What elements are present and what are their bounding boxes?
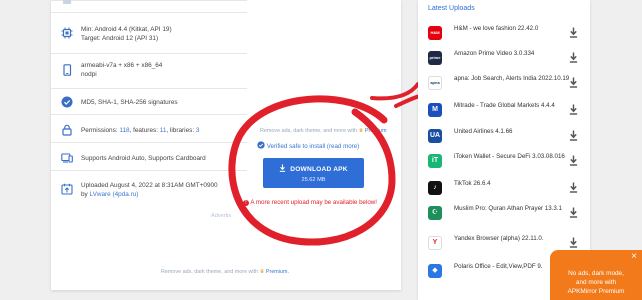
verified-badge-icon	[61, 96, 73, 108]
alert-icon: !	[243, 200, 249, 206]
android-auto-text: Supports Android Auto, Supports Cardboar…	[81, 155, 206, 162]
app-icon[interactable]: H&M	[428, 26, 442, 40]
download-apk-label: DOWNLOAD APK	[263, 164, 364, 173]
permissions-text: Permissions: 118, features: 11, librarie…	[81, 126, 199, 135]
download-icon[interactable]	[569, 207, 578, 218]
upload-list-item[interactable]: ☪ Muslim Pro: Quran Athan Prayer 13.3.1	[418, 202, 590, 225]
app-icon[interactable]: Y	[428, 236, 442, 250]
app-name-link[interactable]: H&M - we love fashion 22.42.0	[454, 25, 570, 34]
separator	[51, 12, 247, 13]
separator	[51, 170, 247, 171]
separator	[51, 88, 247, 89]
calendar-upload-icon	[61, 183, 73, 195]
target-android-text: Target: Android 12 (API 31)	[81, 35, 159, 42]
permissions-count-link[interactable]: 118	[119, 127, 129, 134]
separator	[51, 142, 247, 143]
verified-safe-link[interactable]: Verified safe to install (read more)	[267, 143, 360, 150]
premium-top-link[interactable]: Premium	[365, 128, 387, 134]
download-icon[interactable]	[569, 155, 578, 166]
app-icon[interactable]: apna	[428, 76, 442, 90]
lock-icon	[62, 124, 72, 136]
uploaded-date-text: Uploaded August 4, 2022 at 8:31AM GMT+09…	[81, 182, 218, 189]
partial-icon	[63, 0, 71, 4]
download-apk-text: DOWNLOAD APK	[290, 166, 348, 173]
premium-crown-icon: ♛	[259, 269, 265, 275]
dpi-text: nodpi	[81, 71, 97, 78]
permissions-label: Permissions:	[81, 127, 120, 134]
premium-promo-box[interactable]: × No ads, dark mode, and more with APKMi…	[550, 250, 642, 300]
app-icon[interactable]: ♪	[428, 181, 442, 195]
upload-list-item[interactable]: M Mitrade - Trade Global Markets 4.4.4	[418, 99, 590, 122]
download-icon[interactable]	[569, 27, 578, 38]
download-apk-button[interactable]: DOWNLOAD APK 25.62 MB	[263, 158, 364, 188]
remove-ads-bottom: Remove ads, dark theme, and more with ♛ …	[161, 269, 289, 275]
libraries-label: , libraries:	[166, 127, 196, 134]
close-icon[interactable]: ×	[631, 252, 637, 262]
separator	[51, 0, 247, 1]
app-name-link[interactable]: iToken Wallet - Secure DeFi 3.03.08.016	[454, 153, 570, 162]
download-icon[interactable]	[569, 104, 578, 115]
arch-text: armeabi-v7a + x86 + x86_64	[81, 62, 163, 69]
download-icon[interactable]	[569, 130, 578, 141]
remove-ads-top: Remove ads, dark theme, and more with ♛ …	[260, 128, 387, 134]
app-name-link[interactable]: United Airlines 4.1.66	[454, 128, 570, 137]
latest-uploads-title: Latest Uploads	[428, 5, 475, 12]
app-icon[interactable]: iT	[428, 154, 442, 168]
premium-crown-icon: ♛	[358, 128, 364, 134]
upload-list-item[interactable]: iT iToken Wallet - Secure DeFi 3.03.08.01…	[418, 150, 590, 173]
devices-icon	[61, 153, 73, 163]
app-icon[interactable]: ☪	[428, 206, 442, 220]
app-icon[interactable]: ◆	[428, 264, 442, 278]
app-name-link[interactable]: Muslim Pro: Quran Athan Prayer 13.3.1	[454, 205, 570, 214]
features-label: , features:	[129, 127, 160, 134]
download-icon	[280, 164, 286, 172]
signatures-link[interactable]: MD5, SHA-1, SHA-256 signatures	[81, 98, 178, 107]
upload-list-item[interactable]: prime Amazon Prime Video 3.0.334	[418, 47, 590, 70]
phone-icon	[63, 64, 72, 76]
newer-upload-warning: ! A more recent upload may be available …	[243, 199, 377, 206]
app-name-link[interactable]: Mitrade - Trade Global Markets 4.4.4	[454, 102, 570, 111]
premium-bottom-link[interactable]: Premium.	[266, 269, 289, 275]
remove-ads-bottom-text: Remove ads, dark theme, and more with	[161, 269, 259, 275]
download-icon[interactable]	[569, 52, 578, 63]
app-icon[interactable]: M	[428, 103, 442, 117]
min-android-text: Min: Android 4.4 (Kitkat, API 19)	[81, 26, 172, 33]
check-circle-icon	[257, 141, 265, 149]
promo-line-1: No ads, dark mode,	[568, 270, 624, 277]
promo-line-3: APKMirror Premium	[567, 288, 625, 295]
upload-list-item[interactable]: ♪ TikTok 26.6.4	[418, 177, 590, 200]
separator	[51, 53, 247, 54]
promo-line-2: and more with	[575, 279, 617, 286]
download-icon[interactable]	[569, 182, 578, 193]
upload-list-item[interactable]: apna apna: Job Search, Alerts India 2022.…	[418, 72, 590, 95]
newer-upload-warning-text: A more recent upload may be available be…	[250, 199, 377, 206]
separator	[51, 114, 247, 115]
app-name-link[interactable]: Amazon Prime Video 3.0.334	[454, 50, 570, 59]
verified-safe-row: Verified safe to install (read more)	[257, 141, 359, 150]
remove-ads-top-text: Remove ads, dark theme, and more with	[260, 128, 358, 134]
app-icon[interactable]: UA	[428, 129, 442, 143]
app-name-link[interactable]: TikTok 26.6.4	[454, 180, 570, 189]
download-icon[interactable]	[569, 77, 578, 88]
upload-list-item[interactable]: UA United Airlines 4.1.66	[418, 125, 590, 148]
cpu-chip-icon	[61, 27, 73, 39]
app-name-link[interactable]: Yandex Browser (alpha) 22.11.0.	[454, 235, 570, 244]
file-size-text: 25.62 MB	[301, 177, 326, 183]
libraries-count-link[interactable]: 3	[196, 127, 200, 134]
app-name-link[interactable]: apna: Job Search, Alerts India 2022.10.1…	[454, 75, 570, 84]
uploaded-by-text: by LVware (4pda.ru)	[81, 191, 139, 198]
app-icon[interactable]: prime	[428, 51, 442, 65]
upload-list-item[interactable]: H&M H&M - we love fashion 22.42.0	[418, 22, 590, 45]
download-icon[interactable]	[569, 237, 578, 248]
advertisement-label: Advertis	[211, 213, 232, 219]
uploader-link[interactable]: LVware (4pda.ru)	[90, 191, 139, 198]
